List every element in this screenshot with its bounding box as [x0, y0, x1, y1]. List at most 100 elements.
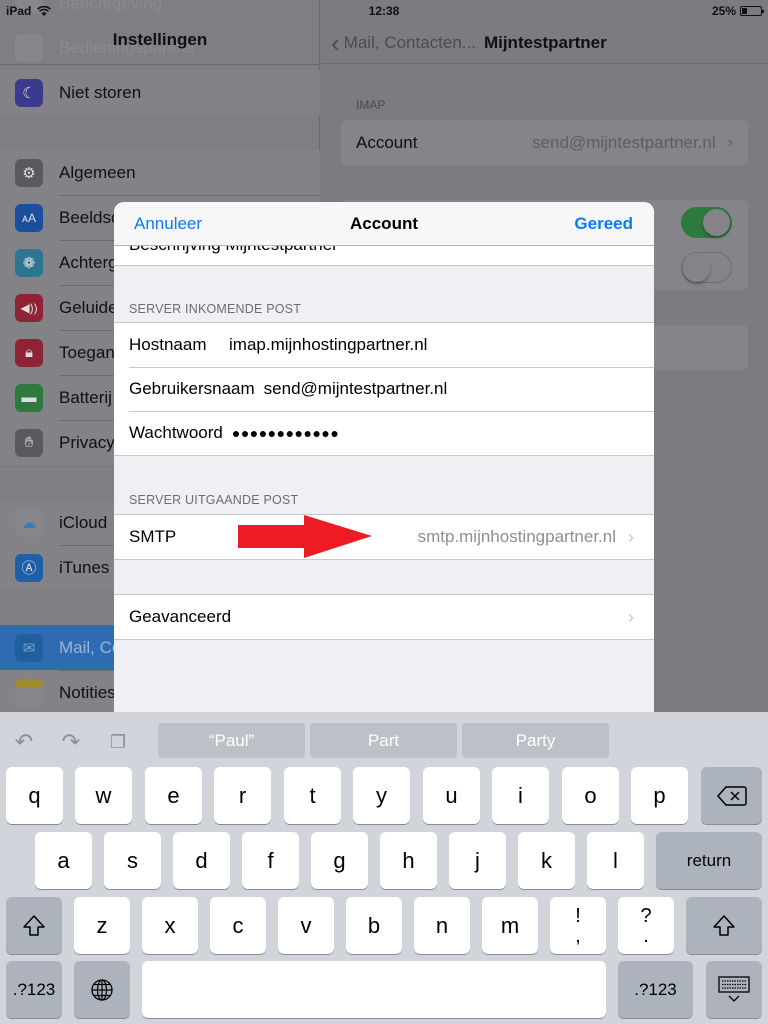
imap-account-card: Account send@mijntestpartner.nl ›	[341, 120, 748, 165]
status-bar-right: 25%	[711, 0, 764, 22]
key-a[interactable]: a	[35, 832, 92, 889]
incoming-server-list: Hostnaam imap.mijnhostingpartner.nl Gebr…	[114, 322, 654, 456]
app-store-icon: Ⓐ	[15, 553, 43, 582]
annotation-arrow-icon	[238, 515, 372, 558]
advanced-label: Geavanceerd	[129, 607, 232, 626]
speaker-icon: ◀))	[15, 293, 43, 322]
wallpaper-flower-icon: ❁	[15, 248, 43, 277]
notes-icon	[15, 678, 43, 707]
hostname-field[interactable]: imap.mijnhostingpartner.nl	[229, 335, 427, 355]
dismiss-keyboard-key[interactable]	[706, 961, 762, 1018]
account-modal: Annuleer Account Gereed Beschrijving Mij…	[114, 202, 654, 712]
backspace-key[interactable]	[701, 767, 762, 824]
modal-nav-bar: Annuleer Account Gereed	[114, 202, 654, 246]
toggle-switch-off[interactable]	[681, 252, 732, 283]
suggestion-2[interactable]: Part	[310, 723, 457, 758]
undo-icon[interactable]: ↶	[10, 728, 38, 756]
username-label: Gebruikersnaam	[129, 379, 255, 398]
key-q[interactable]: q	[6, 767, 63, 824]
key-g[interactable]: g	[311, 832, 368, 889]
space-bar[interactable]	[142, 961, 606, 1018]
shift-icon	[713, 914, 735, 936]
numbers-right-key[interactable]: .?123	[618, 961, 693, 1018]
detail-title: Mijntestpartner	[483, 32, 607, 52]
key-s[interactable]: s	[104, 832, 161, 889]
back-chevron-icon[interactable]: ‹	[331, 30, 340, 56]
key-u[interactable]: u	[423, 767, 480, 824]
key-exclamation-comma[interactable]: !,	[550, 897, 606, 954]
chevron-right-icon: ›	[727, 133, 733, 151]
incoming-server-header: SERVER INKOMENDE POST	[129, 302, 302, 316]
backspace-icon	[716, 785, 747, 806]
cloud-icon: ☁	[15, 508, 43, 537]
username-row[interactable]: Gebruikersnaam send@mijntestpartner.nl	[114, 367, 654, 411]
shift-left-key[interactable]	[6, 897, 62, 954]
redo-icon[interactable]: ↷	[57, 728, 85, 756]
key-f[interactable]: f	[242, 832, 299, 889]
paste-icon[interactable]: ❐	[104, 728, 132, 756]
divider	[0, 64, 320, 65]
key-question-period[interactable]: ?.	[618, 897, 674, 954]
cancel-button[interactable]: Annuleer	[134, 214, 202, 234]
hostname-label: Hostnaam	[129, 335, 207, 354]
key-p[interactable]: p	[631, 767, 688, 824]
toggle-switch-on[interactable]	[681, 207, 732, 238]
moon-icon: ☾	[15, 78, 43, 107]
shift-icon	[23, 914, 45, 936]
key-t[interactable]: t	[284, 767, 341, 824]
text-size-icon: ᴀA	[15, 203, 43, 232]
globe-icon	[91, 978, 113, 1001]
password-label: Wachtwoord	[129, 423, 223, 442]
done-button[interactable]: Gereed	[574, 214, 633, 234]
battery-icon: ▬	[15, 383, 43, 412]
numbers-left-key[interactable]: .?123	[6, 961, 62, 1018]
key-m[interactable]: m	[482, 897, 538, 954]
key-w[interactable]: w	[75, 767, 132, 824]
suggestion-1[interactable]: “Paul”	[158, 723, 305, 758]
return-key[interactable]: return	[656, 832, 762, 889]
key-z[interactable]: z	[74, 897, 130, 954]
outgoing-server-list: SMTP smtp.mijnhostingpartner.nl ›	[114, 514, 654, 560]
username-field[interactable]: send@mijntestpartner.nl	[264, 379, 448, 399]
key-k[interactable]: k	[518, 832, 575, 889]
advanced-list: Geavanceerd ›	[114, 594, 654, 640]
key-c[interactable]: c	[210, 897, 266, 954]
key-j[interactable]: j	[449, 832, 506, 889]
globe-key[interactable]	[74, 961, 130, 1018]
hostname-row[interactable]: Hostnaam imap.mijnhostingpartner.nl	[114, 323, 654, 367]
smtp-value: smtp.mijnhostingpartner.nl	[417, 527, 616, 546]
key-r[interactable]: r	[214, 767, 271, 824]
detail-nav-bar: ‹ Mail, Contacten... Mijntestpartner	[321, 22, 768, 64]
shift-right-key[interactable]	[686, 897, 762, 954]
suggestion-3[interactable]: Party	[462, 723, 609, 758]
key-o[interactable]: o	[562, 767, 619, 824]
key-e[interactable]: e	[145, 767, 202, 824]
key-y[interactable]: y	[353, 767, 410, 824]
back-button[interactable]: Mail, Contacten...	[344, 33, 476, 53]
key-l[interactable]: l	[587, 832, 644, 889]
chevron-right-icon: ›	[628, 526, 634, 547]
smtp-row[interactable]: SMTP smtp.mijnhostingpartner.nl ›	[114, 515, 654, 559]
sidebar-title: Instellingen	[112, 30, 208, 49]
battery-status-icon	[740, 6, 764, 16]
key-x[interactable]: x	[142, 897, 198, 954]
key-v[interactable]: v	[278, 897, 334, 954]
key-i[interactable]: i	[492, 767, 549, 824]
sidebar-item-niet-storen[interactable]: ☾ Niet storen	[0, 70, 320, 115]
description-row[interactable]: Beschrijving Mijntestpartner	[114, 246, 654, 266]
key-d[interactable]: d	[173, 832, 230, 889]
sidebar-item-algemeen[interactable]: ⚙ Algemeen	[0, 150, 320, 195]
advanced-row[interactable]: Geavanceerd ›	[114, 595, 654, 639]
imap-section-header: IMAP	[356, 98, 386, 112]
password-row[interactable]: Wachtwoord ●●●●●●●●●●●●	[114, 411, 654, 455]
gear-icon: ⚙	[15, 158, 43, 187]
password-field[interactable]: ●●●●●●●●●●●●	[232, 425, 339, 441]
imap-account-row[interactable]: Account send@mijntestpartner.nl ›	[341, 120, 748, 165]
key-b[interactable]: b	[346, 897, 402, 954]
key-n[interactable]: n	[414, 897, 470, 954]
mail-icon: ✉	[15, 633, 43, 662]
shortcut-bar: ↶ ↷ ❐ “Paul” Part Party	[0, 712, 768, 766]
key-h[interactable]: h	[380, 832, 437, 889]
battery-percent: 25%	[711, 4, 736, 18]
chevron-right-icon: ›	[628, 606, 634, 627]
